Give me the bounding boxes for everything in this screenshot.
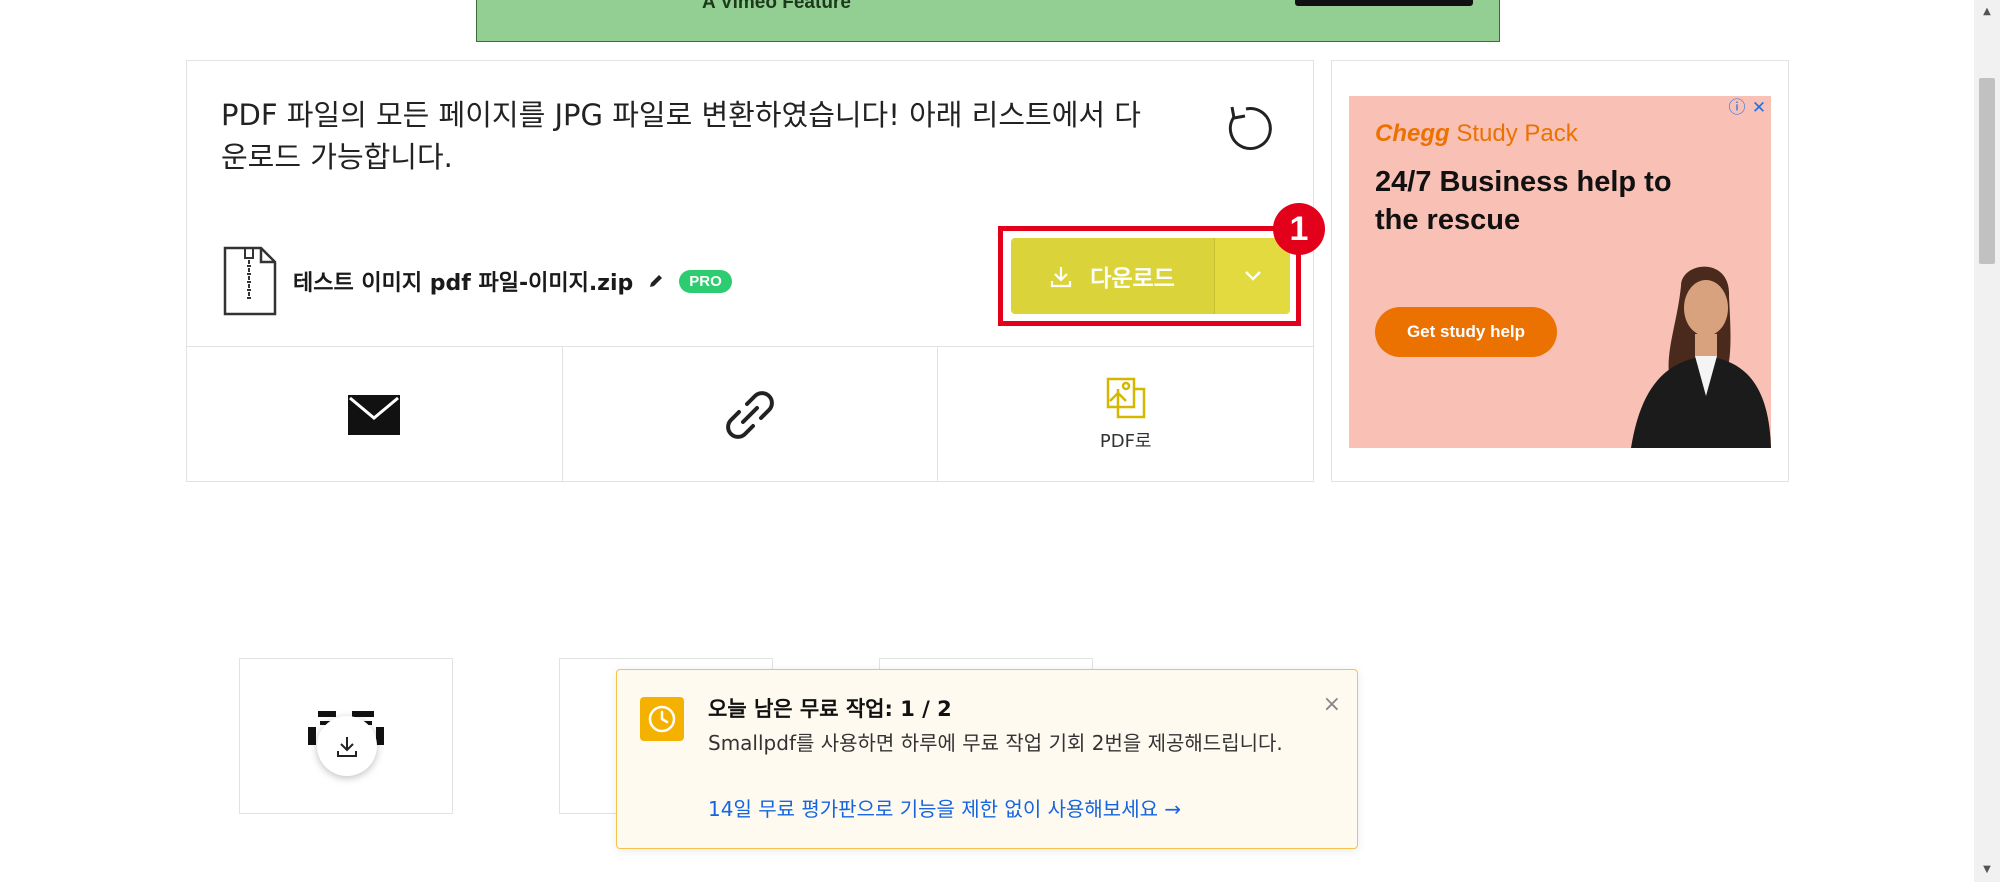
- toast-title: 오늘 남은 무료 작업: 1 / 2: [708, 697, 952, 721]
- page-scrollbar[interactable]: ▲ ▼: [1974, 0, 2000, 882]
- ad-brand-name: Chegg: [1375, 120, 1450, 147]
- ad-headline: 24/7 Business help to the rescue: [1375, 166, 1672, 236]
- ad-brand-suffix: Study Pack: [1456, 120, 1578, 147]
- download-button[interactable]: 다운로드: [1011, 238, 1214, 314]
- ad-brand: Chegg Study Pack: [1375, 120, 1578, 148]
- result-message: PDF 파일의 모든 페이지를 JPG 파일로 변환하였습니다! 아래 리스트에…: [221, 98, 1141, 174]
- email-action[interactable]: [187, 347, 563, 482]
- scroll-up-arrow-icon[interactable]: ▲: [1974, 0, 2000, 24]
- download-icon: [1051, 267, 1072, 288]
- scroll-thumb[interactable]: [1979, 78, 1995, 264]
- conversion-result-card: PDF 파일의 모든 페이지를 JPG 파일로 변환하였습니다! 아래 리스트에…: [186, 60, 1314, 482]
- download-highlight-box: 다운로드: [998, 226, 1301, 326]
- file-name: 테스트 이미지 pdf 파일-이미지.zip: [293, 271, 634, 296]
- to-pdf-action[interactable]: PDF로: [938, 347, 1313, 482]
- link-icon: [726, 390, 774, 439]
- toast-body: Smallpdf를 사용하면 하루에 무료 작업 기회 2번을 제공해드립니다.: [708, 731, 1283, 755]
- step-number-badge: 1: [1273, 203, 1325, 255]
- download-label: 다운로드: [1090, 266, 1175, 292]
- ad-close-icon[interactable]: ✕: [1749, 98, 1769, 118]
- thumbnail-download-button[interactable]: [317, 716, 377, 776]
- ad-cta-button[interactable]: Get study help: [1375, 307, 1557, 357]
- image-to-pdf-icon: [1106, 377, 1145, 418]
- free-trial-link[interactable]: 14일 무료 평가판으로 기능을 제한 없이 사용해보세요 →: [708, 793, 1181, 822]
- clock-icon: [640, 697, 684, 741]
- top-video-banner[interactable]: A Vimeo Feature: [476, 0, 1500, 42]
- close-icon[interactable]: ×: [1323, 692, 1341, 717]
- ad-container: ⓘ ✕ Chegg Study Pack 24/7 Business help …: [1331, 60, 1789, 482]
- share-actions: PDF로: [187, 346, 1313, 482]
- chevron-down-icon: [1244, 271, 1261, 281]
- pro-badge: PRO: [679, 269, 732, 293]
- ad-person-photo: [1631, 266, 1771, 448]
- download-options-dropdown[interactable]: [1214, 238, 1290, 314]
- restart-icon[interactable]: [1218, 101, 1274, 157]
- banner-button[interactable]: [1295, 0, 1473, 6]
- zip-file-icon: [223, 246, 277, 316]
- download-icon: [337, 737, 357, 757]
- page-thumbnail-1[interactable]: [239, 658, 453, 814]
- free-tasks-notification: 오늘 남은 무료 작업: 1 / 2 Smallpdf를 사용하면 하루에 무료…: [616, 669, 1358, 849]
- email-icon: [348, 394, 401, 435]
- to-pdf-label: PDF로: [1099, 430, 1152, 452]
- banner-text: A Vimeo Feature: [702, 0, 851, 13]
- chegg-ad[interactable]: ⓘ ✕ Chegg Study Pack 24/7 Business help …: [1349, 96, 1771, 448]
- ad-info-icon[interactable]: ⓘ: [1727, 98, 1747, 118]
- scroll-down-arrow-icon[interactable]: ▼: [1974, 858, 2000, 882]
- copy-link-action[interactable]: [563, 347, 939, 482]
- ad-info-controls: ⓘ ✕: [1727, 98, 1769, 118]
- pencil-edit-icon[interactable]: [647, 272, 665, 290]
- file-row: 테스트 이미지 pdf 파일-이미지.zip PRO: [221, 245, 732, 317]
